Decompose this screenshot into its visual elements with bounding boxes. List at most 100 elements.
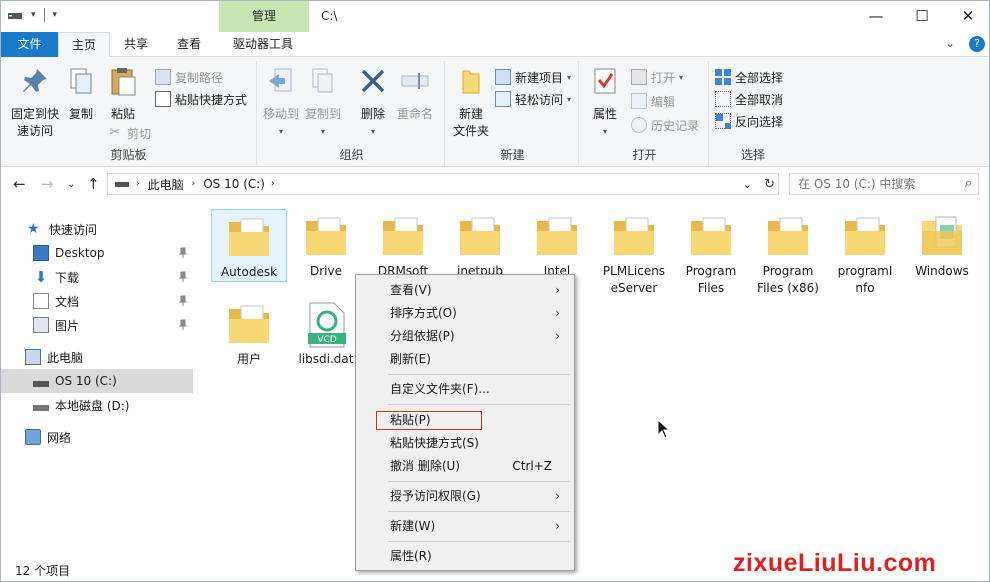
nav-this-pc[interactable]: 此电脑 [1,345,193,369]
rename-button[interactable]: 重命名 [395,65,435,123]
tab-home[interactable]: 主页 [58,32,110,58]
nav-downloads[interactable]: ⬇ 下载 [1,265,193,289]
nav-os-drive[interactable]: OS 10 (C:) [1,369,193,393]
invert-selection-button[interactable]: 反向选择 [715,111,783,131]
pin-icon[interactable] [179,319,187,331]
back-arrow-icon[interactable]: ← [13,175,26,193]
nav-quick-access[interactable]: ★ 快速访问 [1,217,193,241]
drive-small-icon [115,182,129,187]
menu-item-view[interactable]: 查看(V) › [358,279,572,301]
file-item[interactable]: Autodesk [211,209,287,282]
up-arrow-icon[interactable]: ↑ [87,175,100,193]
file-item[interactable]: Program Files (x86) [750,209,826,297]
file-item[interactable]: Intel [519,209,595,280]
file-name: Drive [310,264,342,278]
menu-item-new[interactable]: 新建(W) › [358,515,572,537]
menu-item-properties[interactable]: 属性(R) [358,545,572,567]
file-item[interactable]: programI nfo [827,209,903,297]
easy-access-button[interactable]: 轻松访问 ▾ [495,89,571,109]
breadcrumb-drive[interactable]: OS 10 (C:) [203,177,265,191]
menu-item-grant-access[interactable]: 授予访问权限(G) › [358,485,572,507]
history-label: 历史记录 [651,118,700,133]
recent-locations-icon[interactable]: ⌄ [67,179,75,190]
nav-documents[interactable]: 文档 [1,289,193,313]
cut-button[interactable]: ✂ 剪切 [107,123,151,143]
move-to-button[interactable]: 移动到 ▾ [261,65,301,140]
menu-item-sort-label: 排序方式(O) [390,306,457,320]
drive-icon[interactable] [7,9,23,21]
close-button[interactable]: ✕ [945,1,989,32]
maximize-button[interactable]: ☐ [899,1,945,32]
nav-network[interactable]: 网络 [1,425,193,449]
menu-item-undo[interactable]: 撤消 删除(U) Ctrl+Z [358,455,572,477]
ribbon-expand-icon[interactable]: ⌄ [945,36,955,50]
new-folder-button[interactable]: 新建 文件夹 [449,65,493,140]
file-item[interactable]: PLMLicens eServer [596,209,672,297]
select-none-button[interactable]: 全部取消 [715,89,783,109]
select-all-icon [715,69,731,85]
search-input[interactable]: 在 OS 10 (C:) 中搜索 ⌕ [789,173,979,195]
group-open: 属性 ▾ 打开 ▾ 编辑 历史记录 打开 [581,61,709,165]
menu-item-customize[interactable]: 自定义文件夹(F)... [358,378,572,400]
copy-to-button[interactable]: 复制到 ▾ [303,65,343,140]
tab-drive-tools[interactable]: 驱动器工具 [221,32,305,57]
new-item-button[interactable]: 新建项目 ▾ [495,67,571,87]
menu-item-paste-shortcut[interactable]: 粘贴快捷方式(S) [358,432,572,454]
file-item[interactable]: 用户 [211,297,287,368]
scissors-icon: ✂ [109,125,121,140]
nav-desktop[interactable]: Desktop [1,241,193,265]
delete-button[interactable]: 删除 ▾ [355,65,391,140]
address-dropdown-icon[interactable]: ⌄ [743,178,752,191]
history-button[interactable]: 历史记录 [631,115,699,135]
open-button[interactable]: 打开 ▾ [631,67,683,87]
breadcrumb-chevron-icon[interactable]: › [192,179,196,189]
tab-manage[interactable]: 管理 [219,1,309,32]
file-item[interactable]: Program Files [673,209,749,297]
pin-icon[interactable] [179,247,187,259]
file-item[interactable]: inetpub [442,209,518,280]
tab-view[interactable]: 查看 [166,32,212,57]
breadcrumb-chevron-icon[interactable]: › [136,179,140,189]
qat-dropdown-icon[interactable]: ▾ [31,10,36,20]
help-icon[interactable]: ? [969,36,985,52]
menu-item-group[interactable]: 分组依据(P) › [358,325,572,347]
file-item[interactable]: DRMsoft [365,209,441,280]
copy-path-button[interactable]: 复制路径 [155,67,223,87]
quick-access-toolbar: ▾ ▾ [7,8,57,22]
new-folder-label: 新建 文件夹 [452,107,489,138]
breadcrumb-this-pc[interactable]: 此电脑 [148,176,184,193]
menu-item-view-label: 查看(V) [390,283,432,297]
minimize-button[interactable]: — [853,1,899,32]
select-all-button[interactable]: 全部选择 [715,67,783,87]
nav-pictures[interactable]: 图片 [1,313,193,337]
tab-share[interactable]: 共享 [113,32,159,57]
pin-icon[interactable] [179,271,187,283]
paste-button[interactable]: 粘贴 [103,65,143,123]
refresh-icon[interactable]: ↻ [764,177,775,192]
nav-local-disk[interactable]: 本地磁盘 (D:) [1,393,193,417]
menu-item-refresh[interactable]: 刷新(E) [358,348,572,370]
address-bar[interactable]: › 此电脑 › OS 10 (C:) › ⌄ ↻ [107,173,779,195]
breadcrumb-chevron-icon[interactable]: › [271,179,275,189]
paste-shortcut-button[interactable]: 粘贴快捷方式 [155,89,247,109]
submenu-arrow-icon: › [555,283,560,297]
menu-item-customize-label: 自定义文件夹(F)... [390,382,490,396]
qat-customize-icon[interactable]: ▾ [53,10,58,20]
folder-icon [460,217,500,255]
forward-arrow-icon[interactable]: → [41,175,54,193]
edit-button[interactable]: 编辑 [631,91,675,111]
search-placeholder: 在 OS 10 (C:) 中搜索 [798,177,916,191]
properties-button[interactable]: 属性 ▾ [587,65,623,140]
search-icon[interactable]: ⌕ [965,174,972,194]
pin-to-quick-access-button[interactable]: 固定到快 速访问 [5,65,65,140]
menu-item-paste[interactable]: 粘贴(P) [358,409,572,431]
properties-check-icon [594,68,616,94]
file-item[interactable]: Drive [288,209,364,280]
invert-selection-label: 反向选择 [735,114,784,129]
file-item[interactable]: VCD libsdi.dat [288,297,364,368]
tab-file[interactable]: 文件 [1,32,58,57]
file-item[interactable]: Windows [904,209,980,280]
menu-item-sort[interactable]: 排序方式(O) › [358,302,572,324]
copy-button[interactable]: 复制 [63,65,99,123]
pin-icon[interactable] [179,295,187,307]
